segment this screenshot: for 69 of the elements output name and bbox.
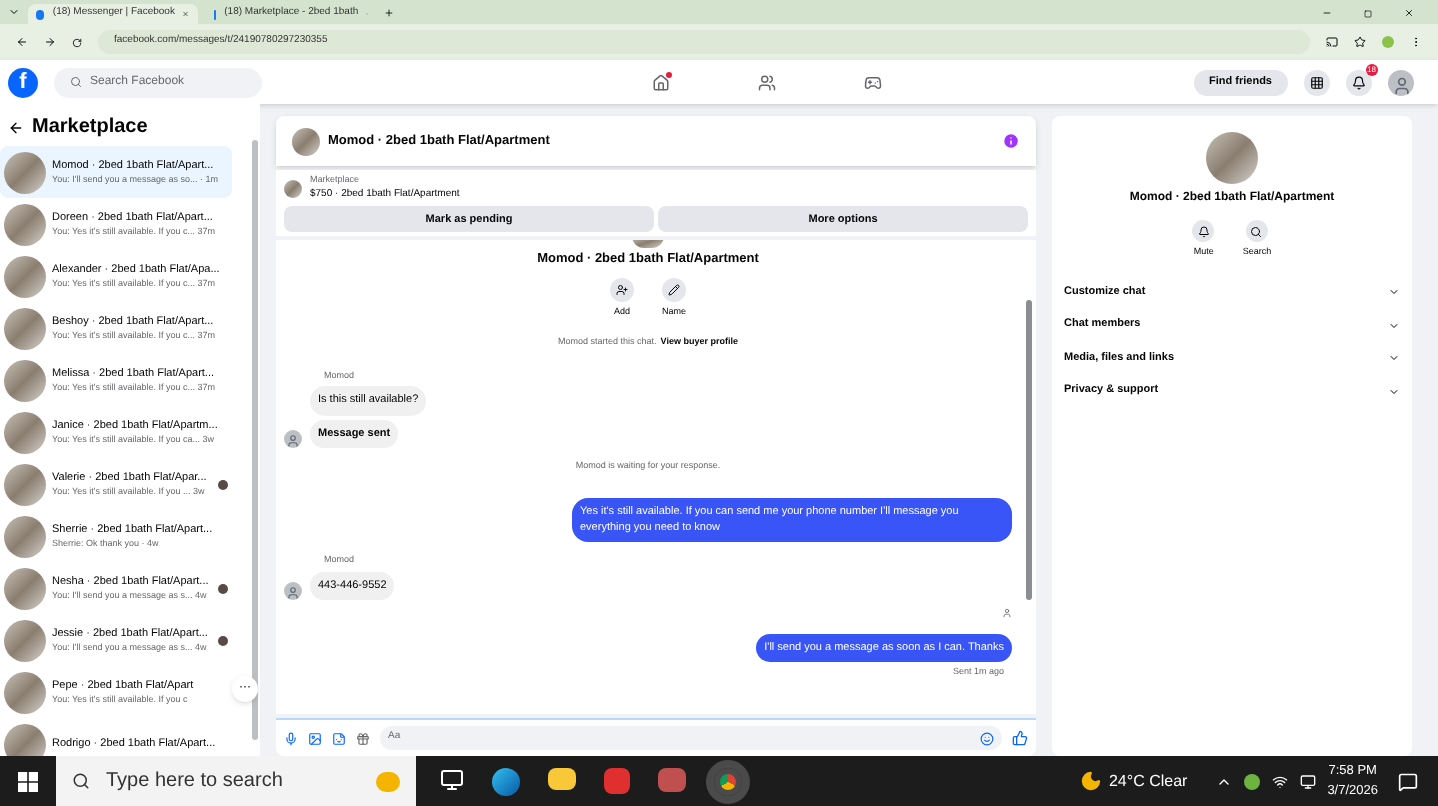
listing-photo	[4, 515, 46, 557]
display-icon[interactable]	[1299, 773, 1316, 789]
listing-photo	[284, 179, 302, 198]
pencil-icon	[667, 284, 680, 296]
weather-text: 24°C Clear	[1108, 769, 1188, 793]
notifications-icon[interactable]	[1398, 771, 1418, 791]
microphone-icon[interactable]	[284, 731, 298, 745]
listing-photo	[4, 307, 46, 349]
listing-photo	[4, 203, 46, 245]
tray-app-icon[interactable]	[1243, 773, 1260, 789]
task-view-icon[interactable]	[440, 767, 464, 791]
chevron-icon	[1388, 385, 1400, 397]
taskbar-search-placeholder: Type here to search	[106, 768, 285, 796]
user-icon	[286, 433, 300, 448]
chevron-icon	[1388, 319, 1400, 331]
windows-logo-icon[interactable]	[18, 771, 38, 791]
minimize-icon[interactable]	[1322, 8, 1332, 18]
bell-icon	[1352, 75, 1366, 89]
listing-photo	[4, 411, 46, 453]
profile-avatar[interactable]	[1388, 69, 1414, 95]
seen-indicator-icon	[1002, 608, 1012, 618]
listing-photo	[4, 255, 46, 297]
restore-icon[interactable]	[1364, 10, 1372, 18]
browser-app-icon[interactable]	[492, 767, 520, 795]
user-icon	[1391, 75, 1411, 95]
like-icon[interactable]	[1012, 730, 1028, 746]
folder-app-icon[interactable]	[548, 767, 576, 789]
listing-photo	[4, 567, 46, 609]
grid-icon	[1310, 75, 1324, 89]
office-app-icon[interactable]	[604, 767, 630, 793]
new-tab-icon[interactable]	[384, 8, 394, 18]
search-icon	[72, 772, 90, 790]
search-icon	[70, 76, 82, 88]
listing-photo	[4, 359, 46, 401]
info-icon[interactable]	[1002, 132, 1020, 150]
listing-photo	[4, 151, 46, 193]
emoji-icon[interactable]	[980, 731, 994, 745]
facebook-logo[interactable]: f	[8, 67, 38, 97]
chevron-icon	[1388, 286, 1400, 298]
bookmark-icon[interactable]	[1354, 36, 1366, 48]
sidebar-title: Marketplace	[32, 114, 148, 142]
back-icon[interactable]	[8, 119, 24, 135]
listing-photo	[4, 723, 46, 756]
listing-photo	[1206, 132, 1258, 184]
listing-photo	[4, 671, 46, 713]
search-icon	[1250, 225, 1263, 237]
listing-photo	[4, 463, 46, 505]
app-icon[interactable]	[658, 767, 686, 791]
bell-icon	[1197, 225, 1210, 237]
listing-photo	[292, 127, 320, 155]
weather-icon	[1080, 770, 1103, 792]
listing-photo	[632, 240, 664, 249]
gaming-icon[interactable]	[864, 73, 883, 91]
chevron-icon	[1388, 352, 1400, 364]
cast-icon[interactable]	[1326, 36, 1338, 48]
network-icon[interactable]	[1271, 773, 1288, 789]
menu-button[interactable]	[1304, 69, 1330, 95]
forward-icon[interactable]	[44, 36, 56, 48]
back-icon[interactable]	[16, 36, 28, 48]
tab-list-icon[interactable]	[8, 6, 20, 18]
image-icon[interactable]	[308, 731, 322, 745]
home-icon[interactable]	[652, 73, 671, 91]
taskbar-search[interactable]: Type here to search	[56, 756, 416, 806]
reload-icon[interactable]	[72, 37, 82, 47]
sticker-icon[interactable]	[332, 731, 346, 745]
listing-photo	[4, 619, 46, 661]
friends-icon[interactable]	[758, 73, 777, 91]
add-person-icon	[615, 284, 628, 296]
user-icon	[286, 586, 300, 600]
